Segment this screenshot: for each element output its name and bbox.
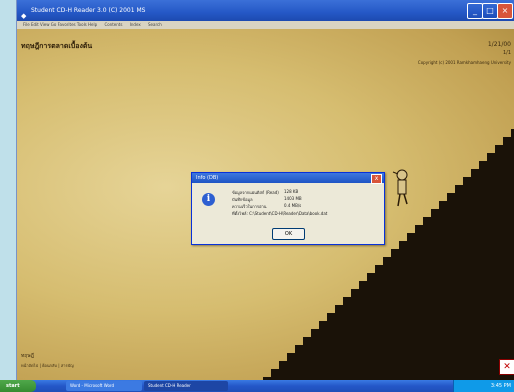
page-number: 1/1 xyxy=(502,50,511,56)
footer-label: ทฤษฎี xyxy=(21,353,34,359)
start-button[interactable]: start xyxy=(0,380,36,392)
title-bar[interactable]: ◆ Student CD-H Reader 3.0 (C) 2001 MS _ … xyxy=(17,0,514,21)
climbing-figure-icon xyxy=(392,169,408,207)
taskbar-item[interactable]: Word - Microsoft Word xyxy=(66,381,142,391)
dialog-row: บันทึกข้อมูล 1403 MB xyxy=(232,196,302,202)
close-button[interactable]: × xyxy=(497,3,513,19)
taskbar: start Word - Microsoft Word Student CD-H… xyxy=(0,380,514,392)
menu-index[interactable]: Index xyxy=(130,22,141,27)
exit-icon[interactable]: ✕ xyxy=(499,359,514,375)
dialog-row: ข้อมูลจากแผ่นดิสก์ (Read) 128 KB xyxy=(232,189,299,195)
info-icon: i xyxy=(202,193,215,206)
footer-nav-links[interactable]: หน้าถัดไป | ย้อนกลับ | สารบัญ xyxy=(21,362,74,369)
dialog-title-bar[interactable]: Info (DB) x xyxy=(192,173,384,184)
menu-file[interactable]: File Edit View Go Favorites Tools Help xyxy=(23,22,97,27)
page-title: ทฤษฎีการตลาดเบื้องต้น xyxy=(21,42,93,50)
taskbar-item[interactable]: Student CD-H Reader xyxy=(144,381,228,391)
minimize-button[interactable]: _ xyxy=(467,3,483,19)
system-tray: 3:45 PM xyxy=(453,380,514,392)
info-dialog: Info (DB) x i ข้อมูลจากแผ่นดิสก์ (Read) … xyxy=(191,172,385,245)
window-title: Student CD-H Reader 3.0 (C) 2001 MS xyxy=(31,7,146,14)
copyright-link[interactable]: Copyright (c) 2001 Ramkhamhaeng Universi… xyxy=(418,60,511,65)
dialog-close-button[interactable]: x xyxy=(371,174,382,184)
dialog-row: ความเร็วในการอ่าน 0.4 MB/s xyxy=(232,203,302,209)
maximize-button[interactable]: □ xyxy=(482,3,498,19)
menu-bar: File Edit View Go Favorites Tools Help C… xyxy=(17,21,514,29)
dialog-title: Info (DB) xyxy=(196,175,219,181)
ok-button[interactable]: OK xyxy=(272,228,305,240)
menu-contents[interactable]: Contents xyxy=(104,22,122,27)
page-date: 1/21/00 xyxy=(487,41,511,48)
clock[interactable]: 3:45 PM xyxy=(491,383,511,389)
dialog-row: ที่ตั้งไฟล์: C:\Student\CD-H\Reader\Data… xyxy=(232,211,328,216)
app-window: ◆ Student CD-H Reader 3.0 (C) 2001 MS _ … xyxy=(16,0,514,380)
menu-search[interactable]: Search xyxy=(148,22,162,27)
